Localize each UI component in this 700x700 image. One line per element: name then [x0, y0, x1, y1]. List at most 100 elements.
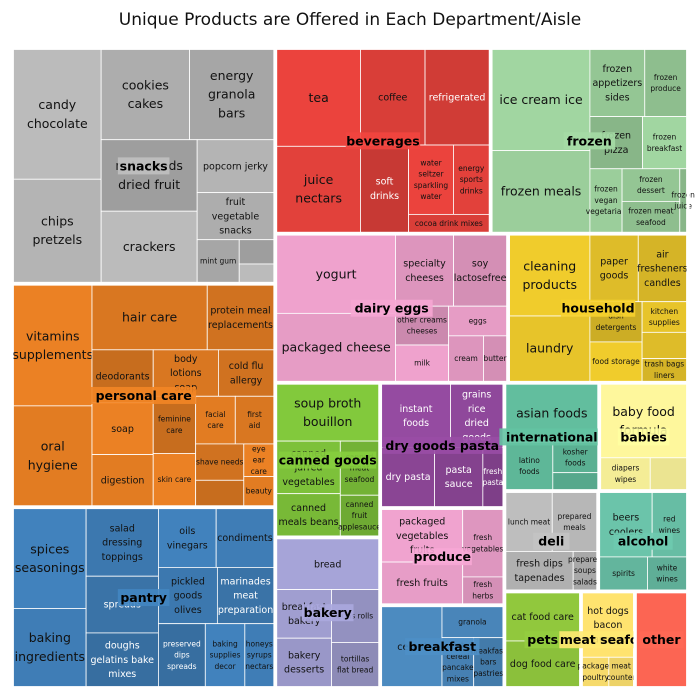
- aisle-tile-fresh-vegetables: [462, 509, 504, 578]
- department-label-bakery: bakery: [304, 605, 352, 620]
- aisle-tile-canned-meals-beans: [276, 493, 341, 537]
- aisle-tile-cold-flu-allergy: [218, 349, 275, 397]
- aisle-tile-tortillas-flat-bread: [331, 642, 380, 687]
- department-label-deli: deli: [538, 534, 564, 549]
- department-label-frozen: frozen: [567, 133, 612, 148]
- aisle-tile-baking-ingredients: [13, 608, 87, 687]
- department-deli: lunch meatprepared mealsfresh dips tapenad…: [502, 489, 602, 593]
- aisle-tile-bakery-desserts: [276, 637, 332, 687]
- department-label-beverages: beverages: [346, 133, 420, 148]
- department-label-other: other: [642, 632, 681, 647]
- aisle-tile-spices-seasonings: [13, 508, 87, 609]
- department-alcohol: beers coolersred winesspiritswhite winesalc…: [596, 489, 690, 593]
- aisle-label-shave-needs: shave needs: [196, 458, 243, 467]
- department-pantry: spices seasoningsbaking ingredientssalad dr…: [10, 505, 277, 690]
- aisle-tile-candy-chocolate: [13, 49, 102, 180]
- aisle-tile-cookies-cakes: [100, 49, 190, 141]
- aisle-tile-ice-cream-toppings: [238, 239, 275, 265]
- department-bakery: breadbreakfastbakerybakerydessertsbuns r…: [273, 535, 382, 690]
- aisle-label-hair-care: hair care: [122, 310, 178, 325]
- department-label-canned-goods: canned goods: [279, 453, 377, 468]
- department-label-pets: pets: [527, 632, 558, 647]
- department-household: cleaning productslaundrypaper goodsair fres…: [506, 232, 690, 385]
- aisle-label-dry-pasta: dry pasta: [386, 472, 431, 483]
- aisle-label-lunch-meat: lunch meat: [508, 517, 550, 526]
- aisle-label-soap: soap: [111, 424, 134, 435]
- aisle-tile-white-wines: [647, 556, 687, 591]
- aisle-label-mint-gum: mint gum: [200, 256, 236, 265]
- aisle-tile-paper-goods: [589, 234, 639, 303]
- aisle-tile-trail-mix-snack-mix: [238, 263, 275, 283]
- department-label-pantry: pantry: [120, 590, 167, 605]
- aisle-label-honeys-syrups-nectars: honeys syrups nectars: [245, 639, 273, 671]
- aisle-label-frozen-meals: frozen meals: [501, 184, 582, 199]
- aisle-label-ice-cream-ice: ice cream ice: [499, 92, 583, 107]
- aisle-label-fresh-fruits: fresh fruits: [396, 578, 448, 589]
- department-label-international: international: [506, 429, 598, 444]
- aisle-label-crackers: crackers: [123, 239, 176, 254]
- department-label-snacks: snacks: [120, 158, 168, 173]
- aisle-label-condiments: condiments: [217, 533, 273, 544]
- aisle-tile-protein-meal-replacements: [206, 284, 275, 351]
- aisle-tile-nuts-seeds-dried-fruit: [100, 139, 198, 212]
- aisle-label-popcorn-jerky: popcorn jerky: [203, 161, 268, 172]
- aisle-label-cocoa-drink-mixes: cocoa drink mixes: [415, 219, 483, 228]
- aisle-tile-water-seltzer-sparkling-water: [408, 144, 454, 215]
- aisle-tile-soy-lactosefree: [453, 234, 507, 307]
- aisle-label-deodorants: deodorants: [96, 371, 150, 382]
- aisle-tile-pasta-sauce: [434, 446, 484, 507]
- department-canned-goods: soup brothbouilloncannedjarredvegetables…: [273, 381, 382, 539]
- aisle-tile-baby-food-formula: [600, 383, 687, 459]
- aisle-label-milk: milk: [414, 359, 430, 368]
- aisle-tile-frozen-produce: [644, 49, 687, 117]
- aisle-label-butter: butter: [483, 354, 507, 363]
- aisle-label-spirits: spirits: [612, 569, 635, 578]
- aisle-label-refrigerated: refrigerated: [429, 92, 486, 103]
- department-snacks: candy chocolatechips pretzelscookies cakese…: [10, 46, 277, 286]
- aisle-label-laundry: laundry: [526, 341, 574, 356]
- treemap-chart: candy chocolatechips pretzelscookies cakese…: [10, 46, 695, 690]
- aisle-tile-oils-vinegars: [158, 508, 217, 568]
- aisle-label-skin-care: skin care: [158, 475, 192, 484]
- department-label-personal-care: personal care: [96, 388, 192, 403]
- aisle-tile-juice-nectars: [276, 145, 361, 233]
- department-international: asian foodslatino foodskosher foodsinterna…: [499, 381, 605, 493]
- department-produce: packagedvegetablesfruitsfresh fruitsfres…: [378, 506, 506, 607]
- department-frozen: ice cream icefrozen mealsfrozen appetizer…: [489, 46, 695, 236]
- department-label-dry-goods-pasta: dry goods pasta: [385, 438, 499, 453]
- aisle-label-packaged-cheese: packaged cheese: [282, 339, 391, 354]
- aisle-label-tea: tea: [308, 90, 328, 105]
- aisle-tile-fresh-pasta: [482, 446, 504, 507]
- department-label-dairy-eggs: dairy eggs: [355, 301, 429, 316]
- aisle-label-yogurt: yogurt: [316, 266, 357, 281]
- aisle-tile-first-aid: [234, 395, 275, 445]
- department-personal-care: vitamins supplementsoral hygienehair care p…: [10, 282, 277, 509]
- aisle-label-cat-food-care: cat food care: [511, 612, 574, 623]
- aisle-tile-vitamins-supplements: [13, 284, 93, 407]
- department-label-household: household: [562, 301, 635, 316]
- aisle-label-eggs: eggs: [469, 316, 487, 325]
- aisle-tile-baby-bath-body-care: [649, 457, 687, 490]
- department-breakfast: cerealgranolahotcerealpancakemixesbreakf…: [378, 603, 506, 690]
- department-babies: baby foodformuladiaperswipesbabies: [597, 381, 690, 493]
- aisle-tile-chips-pretzels: [13, 178, 102, 283]
- aisle-label-bread: bread: [314, 559, 341, 570]
- department-label-produce: produce: [414, 549, 471, 564]
- aisle-tile-latino-foods: [505, 441, 554, 490]
- aisle-tile-indian-foods: [552, 472, 599, 490]
- aisle-label-coffee: coffee: [378, 92, 407, 103]
- aisle-label-pickled-goods-olives: pickled goods olives: [171, 576, 205, 616]
- aisle-label-beauty: beauty: [246, 487, 273, 496]
- aisle-label-asian-foods: asian foods: [516, 405, 587, 420]
- aisle-label-energy-sports-drinks: energy sports drinks: [458, 164, 485, 196]
- department-label-alcohol: alcohol: [618, 534, 669, 549]
- aisle-tile-plates-bowls-cups-flatware: [641, 331, 687, 359]
- aisle-tile-oral-hygiene: [13, 405, 93, 507]
- aisle-tile-facial-care: [195, 395, 236, 445]
- department-other: otherother: [633, 589, 690, 690]
- aisle-label-dog-food-care: dog food care: [510, 659, 576, 670]
- aisle-tile-frozen-juice: [679, 168, 687, 233]
- aisle-tile-feminine-care: [152, 395, 197, 454]
- aisle-tile-frozen-breakfast: [642, 116, 687, 170]
- aisle-tile-soup-broth-bouillon: [276, 383, 380, 442]
